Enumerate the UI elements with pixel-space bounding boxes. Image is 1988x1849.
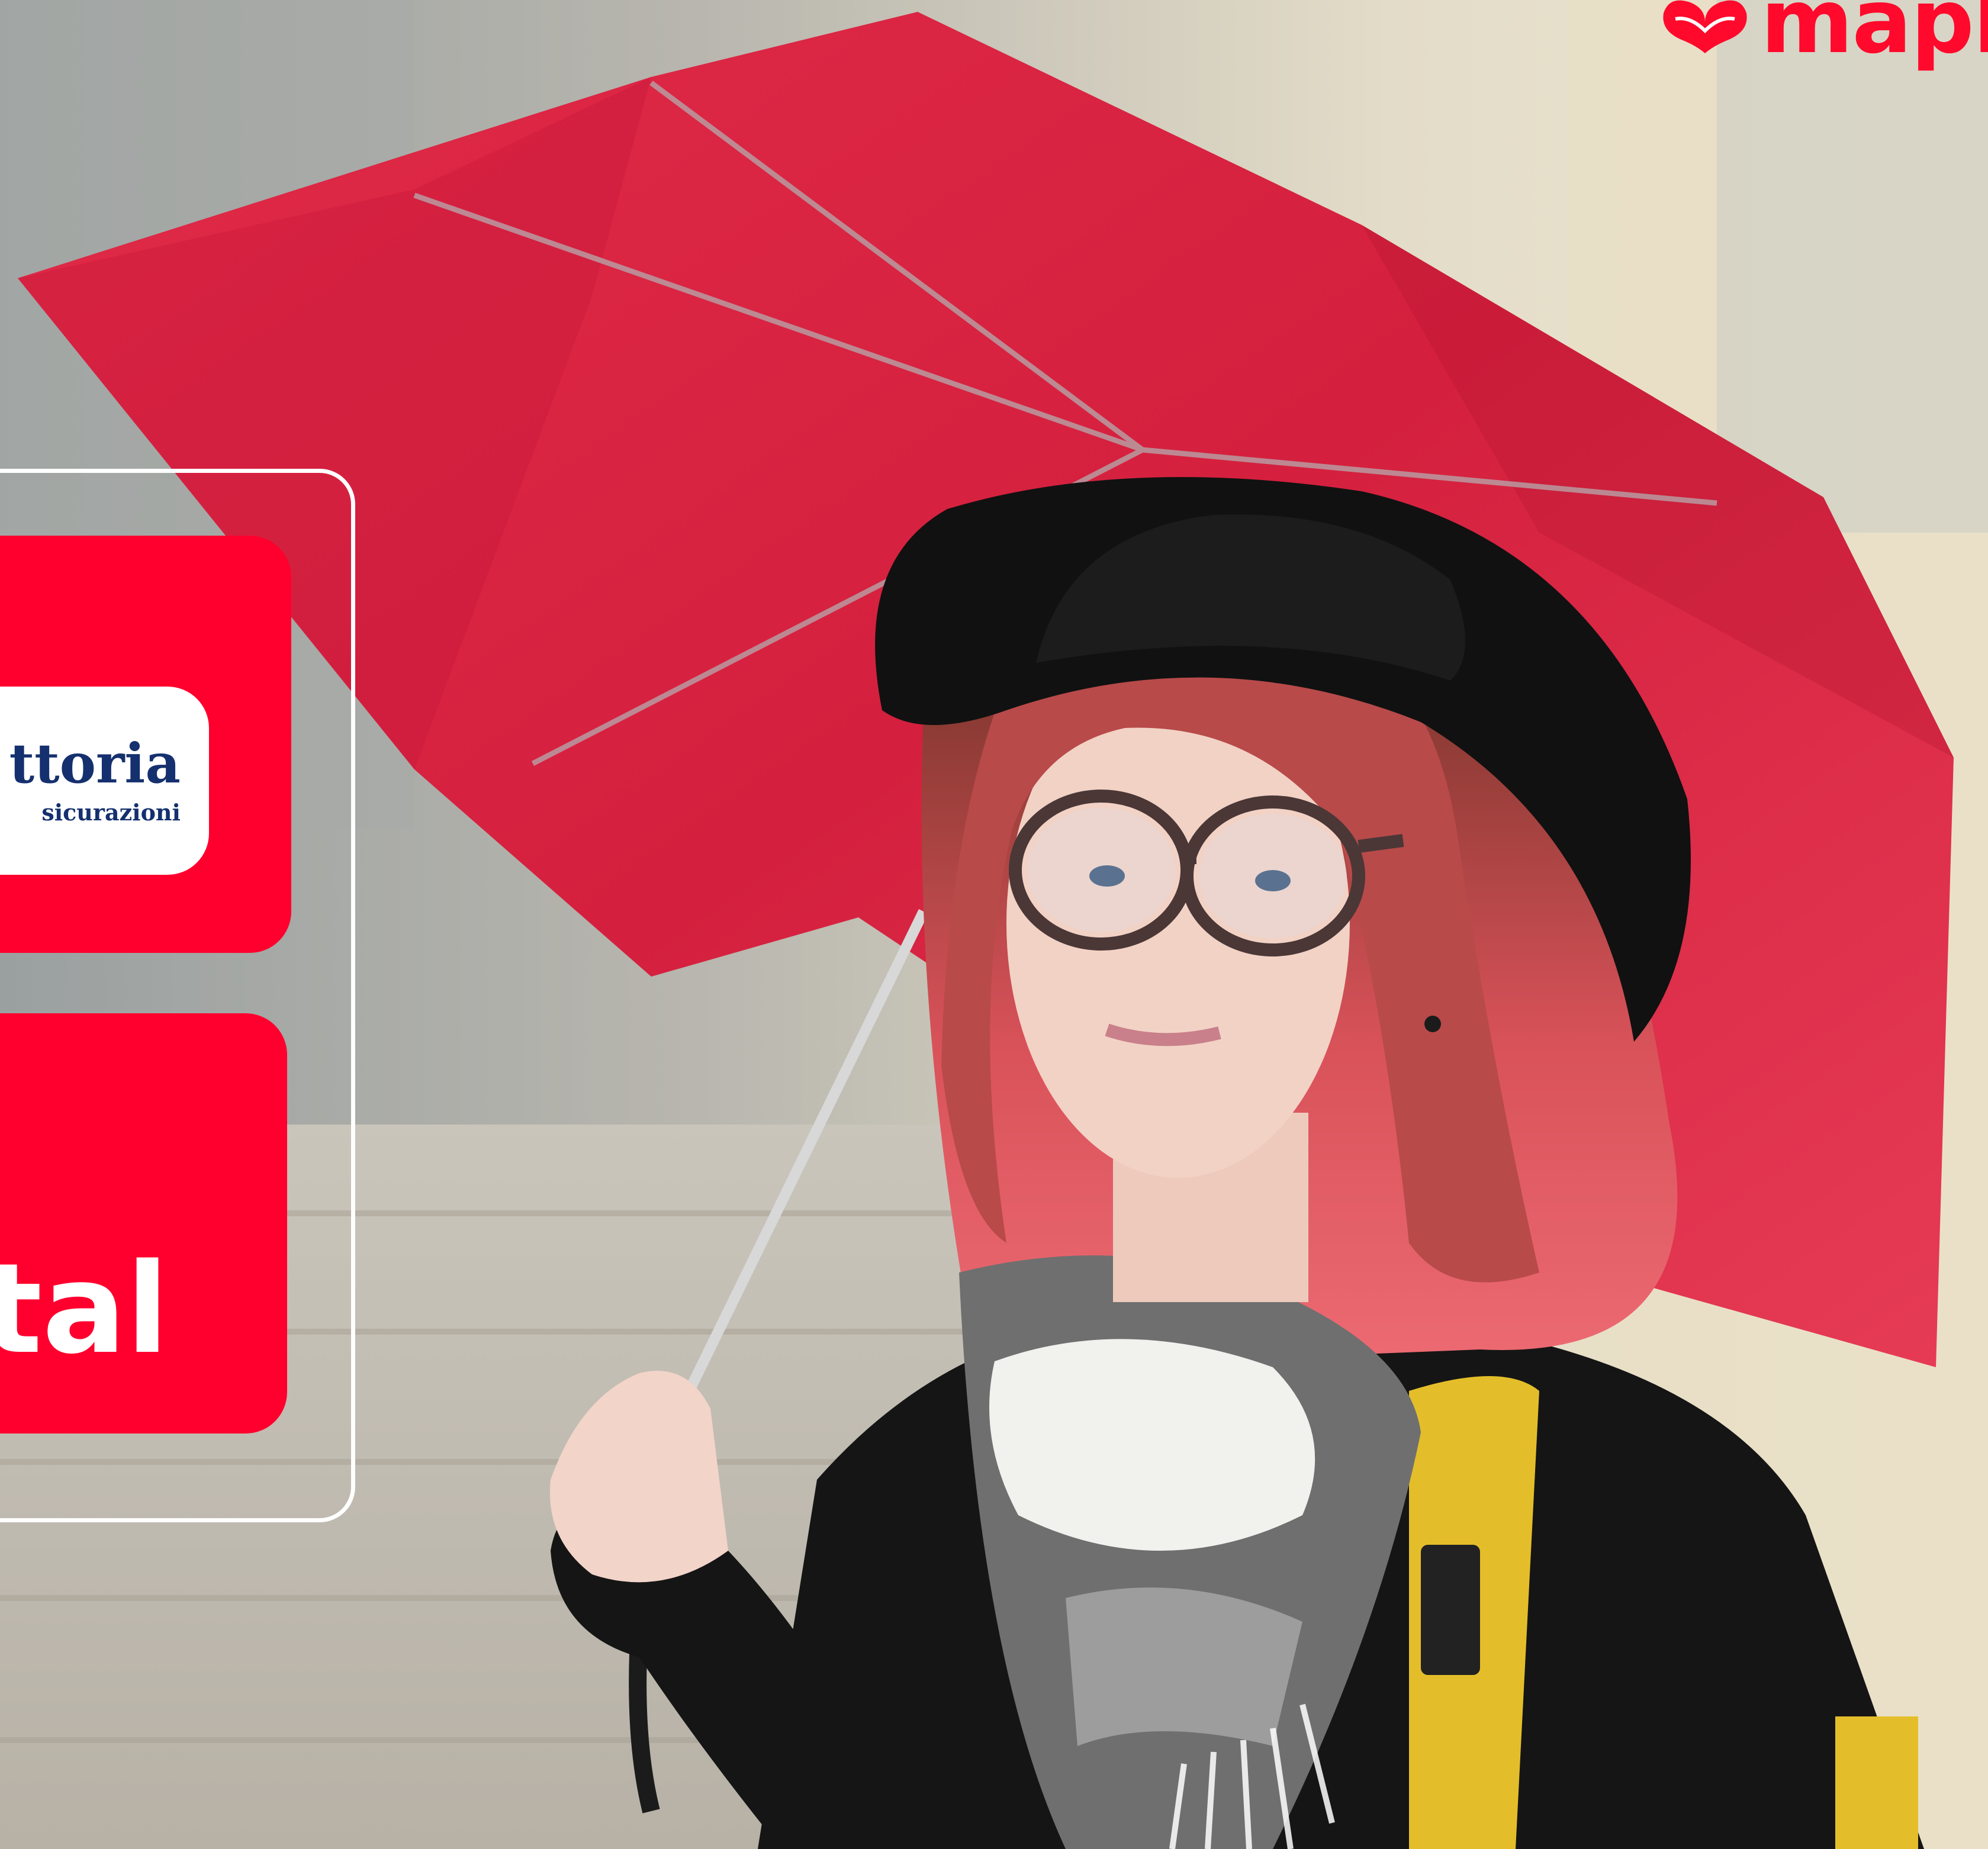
- digital-card-word: tal: [0, 1236, 169, 1381]
- vittoria-logo-subtitle: sicurazioni: [41, 798, 181, 826]
- vittoria-logo-name: ttoria: [9, 731, 181, 795]
- vittoria-card: ttoria sicurazioni: [0, 536, 291, 953]
- vittoria-logo-badge: ttoria sicurazioni: [0, 687, 209, 875]
- brand-logo: mapl: [1658, 0, 1988, 66]
- brand-logo-text: mapl: [1761, 0, 1988, 73]
- digital-card: tal: [0, 1013, 287, 1434]
- heart-ribbon-icon: [1663, 0, 1747, 54]
